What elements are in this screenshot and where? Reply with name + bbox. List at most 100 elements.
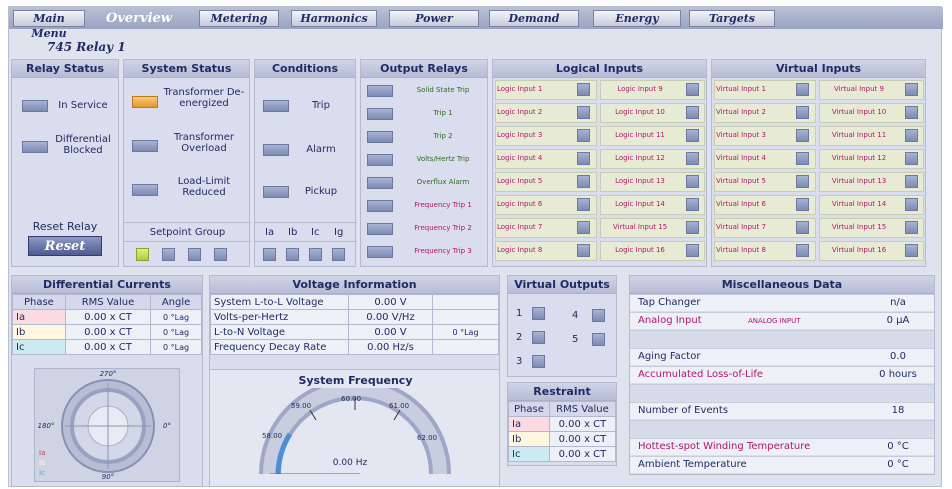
logical_inputs-led xyxy=(577,175,590,188)
nav-main-menu[interactable]: Main Menu xyxy=(13,10,85,40)
nav-energy[interactable]: Energy xyxy=(593,10,681,27)
virtual_inputs-label: Virtual Input 13 xyxy=(831,177,887,185)
output-relay-label: Frequency Trip 3 xyxy=(414,247,472,255)
logical_inputs-led xyxy=(577,221,590,234)
table-row: System L-to-L Voltage 0.00 V xyxy=(210,294,499,310)
phase-cell: Ib xyxy=(12,324,66,340)
overload-label: Transformer Overload xyxy=(173,132,234,154)
frequency-value: 0.00 Hz xyxy=(332,458,368,468)
logical_inputs-label: Logic Input 4 xyxy=(497,154,543,162)
virtual_inputs-label: Virtual Input 14 xyxy=(831,200,887,208)
logical_inputs-led xyxy=(577,198,590,211)
angle-0-label: 0° xyxy=(163,422,171,430)
output-relay-led xyxy=(367,108,393,120)
vo-3-label: 3 xyxy=(516,356,523,367)
output-relay-label: Overflux Alarm xyxy=(416,178,470,186)
nav-targets[interactable]: Targets xyxy=(689,10,775,27)
nav-harmonics[interactable]: Harmonics xyxy=(291,10,377,27)
virtual_inputs-label: Virtual Input 4 xyxy=(716,154,766,162)
logical_inputs-led xyxy=(686,244,699,257)
virtual_inputs-led xyxy=(905,152,918,165)
rms-cell: 0.00 x CT xyxy=(548,446,617,462)
misc-sub-label: ANALOG INPUT xyxy=(748,317,801,325)
virtual-inputs-panel: Virtual Inputs Virtual Input 1 Virtual In… xyxy=(711,59,926,267)
legend-ia: Ia xyxy=(39,449,46,457)
table-row: Ic 0.00 x CT 0 °Lag xyxy=(12,339,202,355)
virtual_inputs-led xyxy=(905,244,918,257)
misc-row: Analog Input ANALOG INPUT 0 µA xyxy=(630,312,934,329)
angle-90-label: 90° xyxy=(101,473,115,481)
tick-59: 59.00 xyxy=(291,402,312,410)
angle-cell: 0 °Lag xyxy=(150,324,202,340)
logical_inputs-led xyxy=(686,198,699,211)
nav-metering[interactable]: Metering xyxy=(199,10,279,27)
virtual_inputs-led xyxy=(796,106,809,119)
restraint-currents-title: Restraint Currents xyxy=(508,383,616,416)
phase-labels: Ia Ib Ic Ig xyxy=(255,222,357,242)
phase-ib-led xyxy=(286,248,299,261)
logical_inputs-label: Logic Input 13 xyxy=(615,177,665,185)
misc-label: Number of Events xyxy=(638,405,729,416)
misc-value: 0 hours xyxy=(879,369,917,380)
misc-row: Number of Events 18 xyxy=(630,402,934,419)
output-relay-label: Solid State Trip xyxy=(416,86,470,94)
logical_inputs-led xyxy=(686,152,699,165)
label-cell: L-to-N Voltage xyxy=(210,324,349,340)
legend-ic: Ic xyxy=(39,469,45,477)
virtual_inputs-label: Virtual Input 11 xyxy=(831,131,887,139)
output-relays-title: Output Relays xyxy=(361,60,487,78)
nav-power[interactable]: Power xyxy=(389,10,479,27)
table-row: Ib 0.00 x CT 0 °Lag xyxy=(12,324,202,340)
misc-value: 18 xyxy=(891,405,905,416)
vo-4-label: 4 xyxy=(572,310,579,321)
col-phase: Phase xyxy=(508,401,550,417)
logical_inputs-led xyxy=(577,129,590,142)
virtual_inputs-label: Virtual Input 6 xyxy=(716,200,766,208)
vo-5-led xyxy=(592,333,605,346)
setpoint-group-3-led xyxy=(188,248,201,261)
phase-ic-label: Ic xyxy=(311,227,320,238)
virtual_inputs-led xyxy=(796,221,809,234)
misc-row xyxy=(630,330,934,347)
system-frequency-panel: System Frequency 59.00 60.00 61.00 58.00… xyxy=(209,369,500,487)
logical_inputs-label: Logic Input 16 xyxy=(615,246,665,254)
setpoint-group-label: Setpoint Group xyxy=(124,222,251,242)
virtual_inputs-led xyxy=(796,152,809,165)
table-row: Frequency Decay Rate 0.00 Hz/s xyxy=(210,339,499,355)
nav-bar: Main Menu Overview Metering Harmonics Po… xyxy=(9,7,943,40)
vo-4-led xyxy=(592,309,605,322)
output-relays-panel: Output Relays Solid State Trip Trip 1 Trip… xyxy=(360,59,488,267)
reset-button[interactable]: Reset xyxy=(28,236,102,256)
label-cell: System L-to-L Voltage xyxy=(210,294,349,310)
nav-demand[interactable]: Demand xyxy=(489,10,579,27)
tick-60: 60.00 xyxy=(341,395,362,403)
phase-ia-led xyxy=(263,248,276,261)
pickup-led xyxy=(263,186,289,198)
logical_inputs-led xyxy=(577,83,590,96)
misc-label: Tap Changer xyxy=(638,297,701,308)
phase-cell: Ia xyxy=(12,309,66,325)
output-relay-label: Frequency Trip 2 xyxy=(414,224,472,232)
misc-row xyxy=(630,420,934,437)
output-relay-led xyxy=(367,177,393,189)
logical_inputs-label: Logic Input 5 xyxy=(497,177,543,185)
logical_inputs-label: Logic Input 14 xyxy=(615,200,665,208)
de-energized-led xyxy=(132,96,158,108)
output-relay-led xyxy=(367,223,393,235)
nav-overview[interactable]: Overview xyxy=(95,10,183,27)
logical_inputs-label: Logic Input 9 xyxy=(617,85,663,93)
logical_inputs-label: Virtual Input 15 xyxy=(612,223,668,231)
rms-cell: 0.00 x CT xyxy=(64,339,152,355)
misc-row: Hottest-spot Winding Temperature 0 °C xyxy=(630,438,934,455)
value-cell: 0.00 Hz/s xyxy=(348,339,433,355)
phase-cell: Ib xyxy=(508,431,550,447)
virtual_inputs-led xyxy=(905,175,918,188)
relay-status-panel: Relay Status In Service Differential Blo… xyxy=(11,59,119,267)
tick-62: 62.00 xyxy=(417,434,438,442)
virtual-outputs-title: Virtual Outputs xyxy=(508,276,616,294)
misc-label: Accumulated Loss-of-Life xyxy=(638,369,764,380)
output-relay-label: Trip 2 xyxy=(433,132,453,140)
differential-currents-table: Phase RMS Value Angle Ia 0.00 x CT 0 °Lag Ib… xyxy=(12,294,202,355)
misc-label: Ambient Temperature xyxy=(638,459,747,470)
output-relay-led xyxy=(367,154,393,166)
